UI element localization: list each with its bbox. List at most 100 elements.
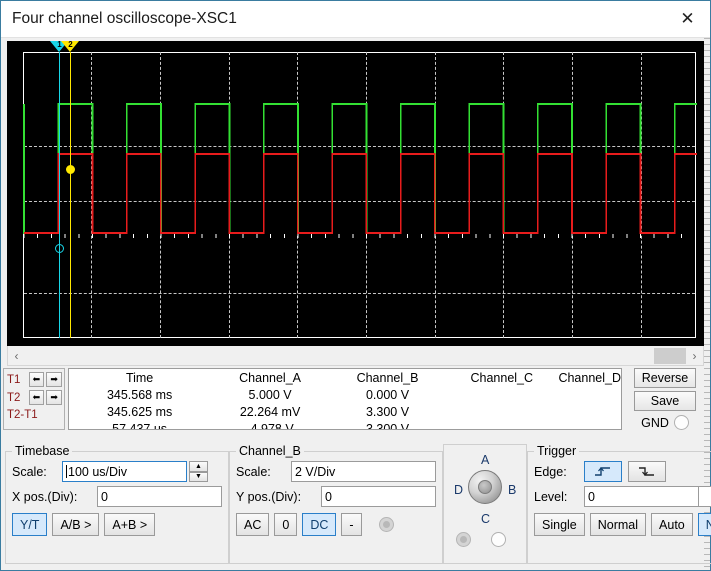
timebase-mode-aplusb[interactable]: A+B >: [104, 513, 156, 536]
timebase-panel: Timebase Scale: 100 us/Div ▲ ▼ X pos.(Di…: [5, 444, 229, 564]
timebase-scale-input[interactable]: 100 us/Div: [62, 461, 187, 482]
trigger-edge-row: Edge: Ext: [534, 461, 711, 482]
t2-left-arrow-icon[interactable]: ⬅: [28, 390, 45, 405]
cell-channel-a: 22.264 mV: [239, 405, 301, 419]
stepper-down-icon[interactable]: ▼: [189, 471, 208, 482]
scrollbar-track[interactable]: [25, 347, 686, 365]
cell-channel-d: [558, 421, 621, 429]
timebase-xpos-input[interactable]: 0: [97, 486, 222, 507]
timebase-scale-stepper[interactable]: ▲ ▼: [189, 461, 208, 482]
channel-radio-1[interactable]: [378, 517, 394, 532]
control-panels: Timebase Scale: 100 us/Div ▲ ▼ X pos.(Di…: [5, 444, 711, 564]
gnd-row: GND: [626, 415, 704, 430]
scroll-left-icon[interactable]: ‹: [8, 347, 25, 365]
channel-b-coupling-buttons: AC 0 DC -: [236, 513, 436, 536]
horizontal-scrollbar[interactable]: ‹ ›: [7, 346, 704, 366]
coupling-zero-button[interactable]: 0: [274, 513, 298, 536]
t1-nav: T1 ⬅ ➡: [7, 371, 64, 388]
cell-channel-b: 3.300 V: [365, 422, 410, 430]
channel-b-scale-row: Scale: 2 V/Div: [236, 461, 436, 482]
knob-label-b: B: [508, 483, 517, 497]
cell-time: 57.437 us: [112, 422, 168, 430]
cursor-1-marker[interactable]: [55, 244, 64, 253]
trigger-level-label: Level:: [534, 489, 568, 504]
cursor-nav-panel: T1 ⬅ ➡ T2 ⬅ ➡ T2-T1: [3, 368, 65, 430]
coupling-minus-button[interactable]: -: [341, 513, 362, 536]
table-row: 345.568 ms 5.000 V 0.000 V: [69, 387, 621, 404]
measurement-table: Time Channel_A Channel_B Channel_C Chann…: [68, 368, 622, 430]
channel-radio-2[interactable]: [456, 532, 471, 547]
coupling-ac-button[interactable]: AC: [236, 513, 270, 536]
cell-channel-c: [445, 404, 558, 421]
cell-channel-d: [558, 387, 621, 404]
header-channel-c: Channel_C: [470, 371, 534, 385]
cell-time: 345.568 ms: [106, 388, 173, 402]
timebase-xpos-row: X pos.(Div): 0: [12, 486, 222, 507]
cell-channel-c: [445, 387, 558, 404]
timebase-xpos-label: X pos.(Div):: [12, 489, 78, 504]
knob-label-a: A: [481, 453, 490, 467]
timebase-mode-buttons: Y/T A/B > A+B >: [12, 513, 222, 536]
header-channel-a: Channel_A: [239, 371, 301, 385]
channel-b-ypos-input[interactable]: 0: [321, 486, 436, 507]
channel-radio-3[interactable]: [491, 532, 506, 547]
channel-b-ypos-row: Y pos.(Div): 0: [236, 486, 436, 507]
t2-right-arrow-icon[interactable]: ➡: [46, 390, 62, 405]
gnd-radio[interactable]: [673, 415, 689, 430]
channel-knob-wrap: A B C D: [450, 448, 520, 548]
table-row: 345.625 ms 22.264 mV 3.300 V: [69, 404, 621, 421]
trigger-level-unit: V: [699, 486, 711, 507]
timebase-scale-label: Scale:: [12, 464, 47, 479]
timebase-mode-ab[interactable]: A/B >: [52, 513, 100, 536]
t2-nav: T2 ⬅ ➡: [7, 389, 64, 406]
trigger-level-input[interactable]: 0: [584, 486, 699, 507]
trigger-mode-single[interactable]: Single: [534, 513, 585, 536]
t1-right-arrow-icon[interactable]: ➡: [46, 372, 62, 387]
falling-edge-icon[interactable]: [628, 461, 666, 482]
coupling-dc-button[interactable]: DC: [302, 513, 337, 536]
cell-channel-a: 5.000 V: [248, 388, 292, 402]
timebase-scale-value: 100 us/Div: [68, 465, 128, 479]
channel-selector-knob[interactable]: [468, 470, 502, 504]
t-delta-label: T2-T1: [7, 409, 38, 421]
channel-b-scale-input[interactable]: 2 V/Div: [291, 461, 436, 482]
trigger-legend: Trigger: [537, 444, 577, 458]
cell-channel-b: 3.300 V: [365, 405, 410, 419]
waveform-traces: [23, 103, 697, 238]
trigger-mode-auto[interactable]: Auto: [651, 513, 693, 536]
window-title: Four channel oscilloscope-XSC1: [12, 10, 237, 27]
title-bar: Four channel oscilloscope-XSC1 ✕: [1, 1, 710, 38]
t2-label: T2: [7, 391, 21, 404]
t1-left-arrow-icon[interactable]: ⬅: [28, 372, 45, 387]
cell-channel-b: 0.000 V: [365, 388, 410, 402]
rising-edge-icon[interactable]: [584, 461, 622, 482]
channel-b-panel: Channel_B Scale: 2 V/Div Y pos.(Div): 0 …: [229, 444, 443, 564]
timebase-mode-yt[interactable]: Y/T: [12, 513, 48, 536]
header-time: Time: [125, 371, 154, 385]
table-row: 57.437 us -4.978 V 3.300 V: [69, 421, 621, 430]
trigger-mode-normal[interactable]: Normal: [589, 513, 647, 536]
save-button[interactable]: Save: [634, 391, 696, 411]
cursor-1[interactable]: 1: [50, 41, 68, 338]
stepper-up-icon[interactable]: ▲: [189, 461, 208, 472]
waveform-display[interactable]: 1 2: [7, 41, 704, 346]
scrollbar-thumb[interactable]: [654, 347, 686, 364]
oscilloscope-window: Four channel oscilloscope-XSC1 ✕ 1 2 ‹ ›…: [0, 0, 711, 571]
cursor-2-handle[interactable]: 2: [61, 41, 80, 52]
trigger-level-row: Level: 0 V: [534, 486, 711, 507]
scroll-right-icon[interactable]: ›: [686, 347, 703, 365]
close-icon[interactable]: ✕: [665, 1, 710, 37]
table-header-row: Time Channel_A Channel_B Channel_C Chann…: [69, 371, 621, 387]
cell-channel-d: [558, 404, 621, 421]
trigger-mode-none[interactable]: None: [697, 513, 711, 536]
cursor-2-marker[interactable]: [66, 165, 75, 174]
channel-b-ypos-label: Y pos.(Div):: [236, 489, 302, 504]
channel-selector-panel: A B C D: [443, 444, 527, 564]
cell-channel-c: [445, 421, 558, 429]
reverse-button[interactable]: Reverse: [634, 368, 696, 388]
trigger-mode-buttons: Single Normal Auto None A > Ext: [534, 513, 711, 536]
side-button-group: Reverse Save GND: [626, 368, 704, 430]
cursor-2[interactable]: 2: [61, 41, 79, 338]
cursor-2-label: 2: [68, 41, 73, 49]
gnd-label: GND: [641, 415, 669, 430]
